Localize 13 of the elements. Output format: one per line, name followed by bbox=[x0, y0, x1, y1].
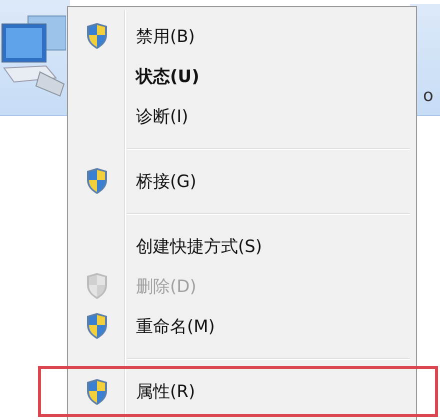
menu-item[interactable]: 桥接(G) bbox=[71, 161, 413, 201]
menu-item[interactable]: 属性(R) bbox=[38, 366, 438, 417]
menu-item[interactable]: 禁用(B) bbox=[71, 16, 413, 56]
shield-icon bbox=[85, 312, 109, 340]
menu-item[interactable]: 状态(U) bbox=[71, 56, 413, 96]
shield-icon bbox=[85, 167, 109, 195]
menu-item[interactable]: 创建快捷方式(S) bbox=[71, 226, 413, 266]
shield-icon bbox=[85, 378, 109, 406]
shield-icon bbox=[85, 22, 109, 50]
menu-item[interactable]: 重命名(M) bbox=[71, 306, 413, 346]
menu-item[interactable]: 诊断(I) bbox=[71, 96, 413, 136]
item-label: o bbox=[423, 86, 434, 106]
disabled-shield-icon bbox=[85, 272, 109, 300]
